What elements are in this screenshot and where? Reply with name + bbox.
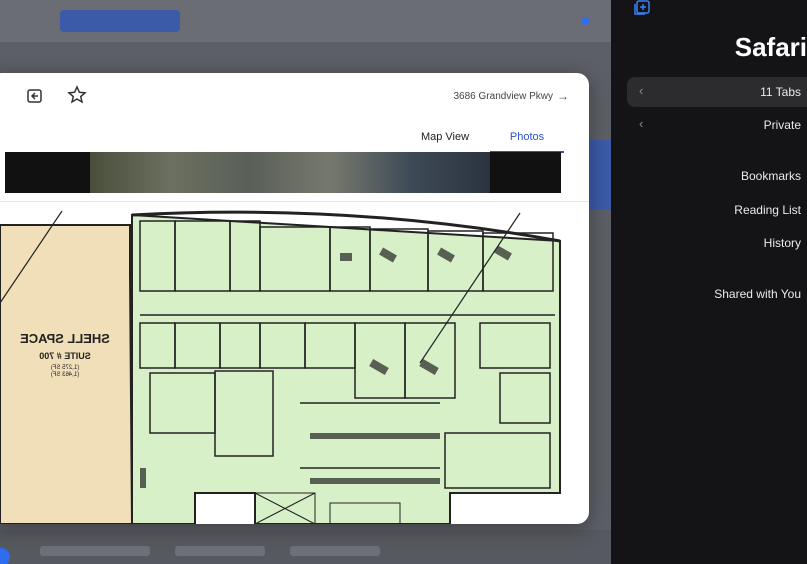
aerial-photo-image (90, 152, 490, 193)
modal-header: 3686 Grandview Pkwy → (0, 73, 589, 121)
background-panel (586, 140, 611, 210)
share-icon[interactable] (24, 85, 46, 107)
shell-space-label: SHELL SPACE (20, 331, 110, 346)
suite-label: SUITE # 700 (39, 351, 91, 361)
address-label: 3686 Grandview Pkwy (453, 91, 554, 102)
floor-plan: SHELL SPACE SUITE # 700 (1,275 SF) (1,46… (0, 203, 571, 524)
safari-sidebar: Safari ‹ 11 Tabs ‹ Private Bookmarks Rea… (611, 0, 807, 564)
back-arrow-icon[interactable]: → (557, 89, 569, 103)
chevron-right-icon: ‹ (639, 116, 644, 131)
new-tab-group-icon[interactable] (633, 0, 651, 16)
sidebar-item-bookmarks[interactable]: Bookmarks (627, 161, 807, 191)
sidebar-item-shared-with-you[interactable]: Shared with You (627, 279, 807, 309)
tab-photos[interactable]: Photos (490, 127, 564, 153)
sidebar-item-label: Private (763, 118, 801, 132)
chevron-right-icon: ‹ (639, 83, 644, 98)
modal-tabs: Map View Photos (0, 123, 589, 202)
background-button (60, 10, 180, 32)
listing-modal: 3686 Grandview Pkwy → Map View Photos SH… (0, 73, 589, 524)
aerial-photo (5, 152, 561, 193)
sidebar-item-label: Reading List (734, 203, 801, 217)
area-label-2: (1,463 SF) (51, 372, 79, 378)
sidebar-item-label: 11 Tabs (760, 85, 801, 99)
sidebar-item-history[interactable]: History (627, 228, 807, 258)
background-footer (0, 530, 611, 564)
tab-map-view[interactable]: Map View (410, 127, 480, 153)
sidebar-item-label: Shared with You (714, 287, 801, 301)
sidebar-item-reading-list[interactable]: Reading List (627, 195, 807, 225)
area-label-1: (1,275 SF) (51, 365, 79, 371)
person-icon: ● (580, 10, 591, 30)
sidebar-item-private[interactable]: ‹ Private (627, 110, 807, 140)
star-icon[interactable] (66, 84, 88, 106)
sidebar-item-label: Bookmarks (740, 169, 801, 183)
sidebar-title: Safari (734, 32, 807, 62)
sidebar-item-label: History (763, 236, 801, 250)
tabs-divider (0, 201, 589, 202)
sidebar-item-tabs[interactable]: ‹ 11 Tabs (627, 77, 807, 107)
